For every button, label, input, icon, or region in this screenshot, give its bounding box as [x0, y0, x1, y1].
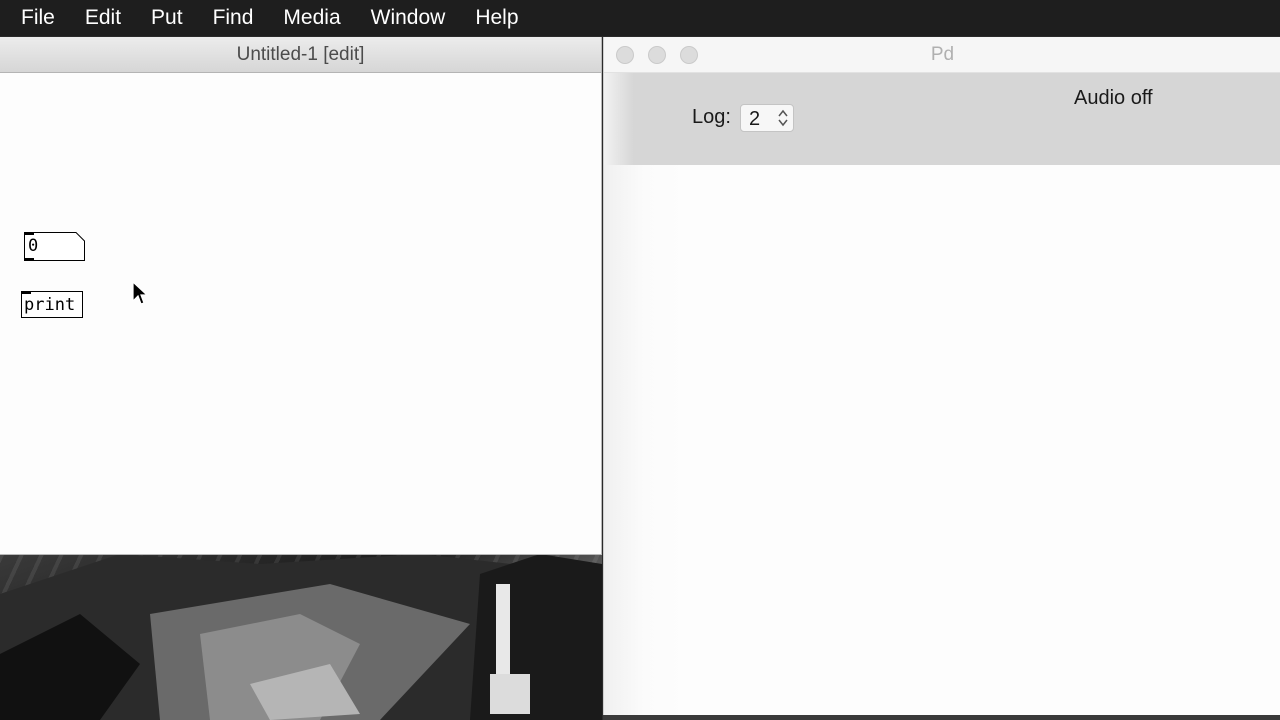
patch-window: Untitled-1 [edit] 0 print: [0, 37, 602, 555]
pd-main-window: Pd Log: 2 Audio off: [603, 37, 1280, 715]
menu-put[interactable]: Put: [136, 0, 198, 36]
minimize-window-button[interactable]: [648, 46, 666, 64]
patch-canvas[interactable]: 0 print: [0, 73, 601, 554]
mouse-pointer-icon: [132, 281, 149, 305]
menu-window[interactable]: Window: [356, 0, 461, 36]
log-level-value: 2: [749, 108, 761, 130]
number-box[interactable]: 0: [24, 232, 85, 261]
menu-edit[interactable]: Edit: [70, 0, 136, 36]
menu-file[interactable]: File: [0, 0, 70, 36]
pd-window-title: Pd: [930, 44, 955, 65]
patch-window-title[interactable]: Untitled-1 [edit]: [0, 37, 601, 73]
print-object[interactable]: print: [21, 291, 83, 318]
menu-find[interactable]: Find: [198, 0, 269, 36]
window-shadow-strip: [603, 715, 1280, 720]
object-label: print: [24, 295, 76, 315]
menu-bar: File Edit Put Find Media Window Help: [0, 0, 1280, 36]
menu-media[interactable]: Media: [268, 0, 355, 36]
pd-toolbar: Log: 2 Audio off: [604, 73, 1280, 166]
menu-help[interactable]: Help: [460, 0, 533, 36]
desktop-wallpaper: [0, 554, 602, 720]
pd-window-titlebar[interactable]: Pd: [604, 37, 1280, 73]
up-down-arrows-icon[interactable]: [776, 108, 790, 128]
log-label: Log:: [692, 106, 731, 128]
pd-console-output[interactable]: [604, 165, 1280, 715]
number-box-value: 0: [28, 236, 39, 256]
log-level-stepper[interactable]: 2: [740, 104, 794, 132]
audio-status-label: Audio off: [1074, 87, 1153, 109]
close-window-button[interactable]: [616, 46, 634, 64]
zoom-window-button[interactable]: [680, 46, 698, 64]
